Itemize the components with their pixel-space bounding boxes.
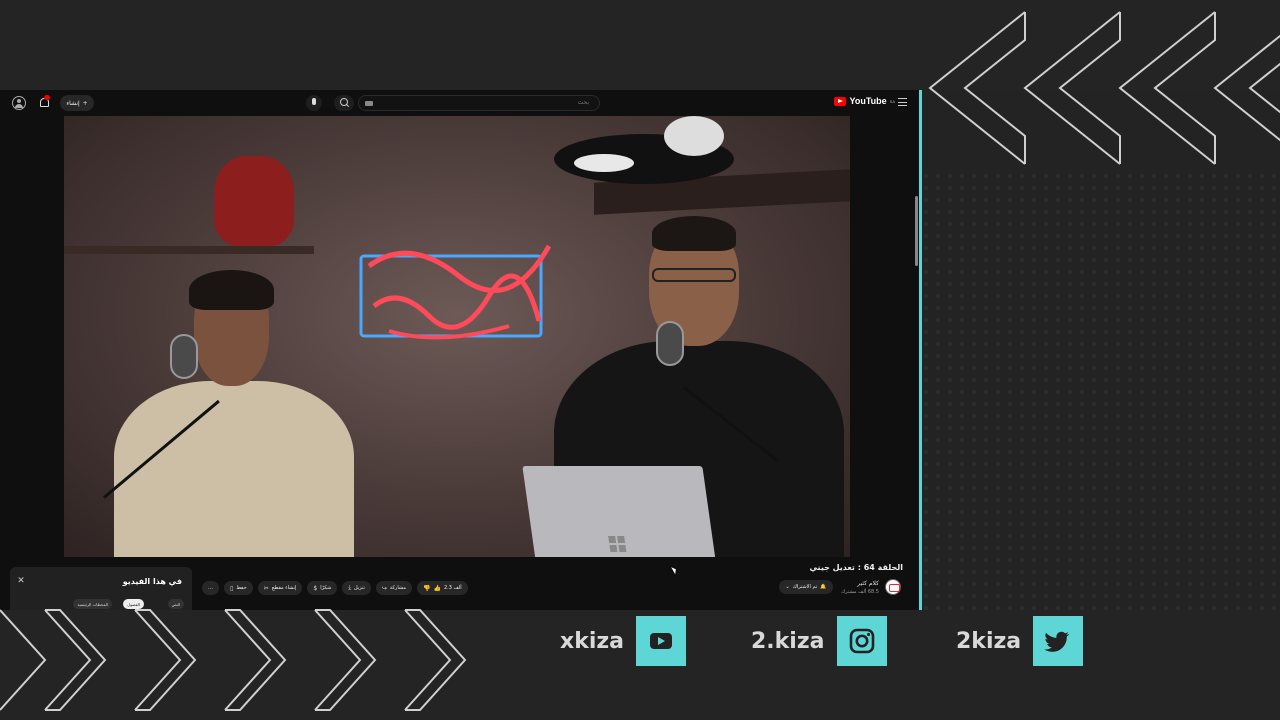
voice-search-icon[interactable] — [306, 95, 322, 111]
thanks-label: شكرًا — [320, 585, 332, 591]
instagram-handle: 2.kiza — [751, 628, 825, 654]
youtube-window: إنشاء + بحث YouTube SA الحلقة 64: تعديل… — [0, 90, 919, 610]
search-placeholder: بحث — [577, 99, 589, 106]
create-button[interactable]: إنشاء + — [60, 95, 94, 111]
scissors-icon: ✂ — [263, 584, 269, 592]
youtube-handle: xkiza — [560, 628, 625, 654]
dislike-icon[interactable]: 👎 — [423, 585, 430, 592]
search-icon[interactable] — [334, 95, 354, 111]
video-actions: … ▯ حفظ ✂ إنشاء مقطع $ شكرًا ⤓ تنزيل ↪ مشاركة… — [202, 581, 468, 595]
instagram-icon — [836, 616, 887, 666]
accent-line — [919, 90, 922, 610]
subscribed-button[interactable]: 🔔 تم الاشتراك ⌄ — [779, 580, 833, 594]
scrollbar-thumb[interactable] — [915, 196, 918, 266]
bell-icon: 🔔 — [820, 584, 827, 590]
host-right-hair — [652, 216, 736, 251]
guest-left-hair — [189, 270, 274, 310]
download-icon: ⤓ — [348, 584, 351, 591]
hamburger-menu-icon[interactable] — [898, 98, 907, 106]
social-instagram: 2.kiza — [751, 616, 887, 666]
subscribed-label: تم الاشتراك — [792, 584, 818, 590]
like-dislike-button[interactable]: 👎 👍 2.3 ألف — [417, 581, 468, 595]
download-button[interactable]: ⤓ تنزيل — [342, 581, 371, 595]
more-label: … — [208, 585, 213, 591]
video-player[interactable] — [64, 116, 850, 557]
youtube-icon — [636, 616, 687, 666]
bookmark-icon: ▯ — [230, 584, 234, 592]
scrollbar[interactable] — [914, 116, 918, 610]
social-twitter: 2kiza — [956, 616, 1084, 666]
twitter-bird-icon — [1033, 616, 1084, 666]
download-label: تنزيل — [354, 585, 365, 591]
save-label: حفظ — [236, 585, 247, 591]
notifications-bell-icon[interactable] — [39, 95, 50, 108]
create-label: إنشاء — [66, 99, 80, 107]
plus-icon: + — [82, 99, 88, 107]
clip-label: إنشاء مقطع — [271, 585, 297, 591]
chevron-decoration-bottom — [0, 609, 467, 711]
notification-dot — [44, 95, 50, 100]
share-label: مشاركة — [389, 585, 407, 591]
chevron-decoration-top — [928, 11, 1280, 165]
twitter-handle: 2kiza — [956, 628, 1022, 654]
channel-name[interactable]: كلام كثير — [857, 580, 879, 587]
share-button[interactable]: ↪ مشاركة — [375, 581, 413, 595]
save-button[interactable]: ▯ حفظ — [224, 581, 253, 595]
neon-sign — [359, 244, 552, 340]
channel-avatar[interactable] — [885, 579, 901, 595]
guest-left — [104, 270, 364, 557]
thanks-button[interactable]: $ شكرًا — [307, 581, 338, 595]
guest-left-body — [114, 381, 354, 557]
shelf — [64, 246, 314, 254]
youtube-play-icon — [834, 96, 847, 106]
share-icon: ↪ — [381, 584, 387, 592]
clip-button[interactable]: ✂ إنشاء مقطع — [257, 581, 303, 595]
chevron-down-icon: ⌄ — [785, 584, 790, 590]
like-count: 2.3 ألف — [443, 585, 462, 591]
channel-subscriber-count: 68.5 ألف مشترك — [841, 589, 879, 595]
more-actions-button[interactable]: … — [202, 581, 219, 595]
youtube-masthead: إنشاء + بحث YouTube SA — [0, 90, 919, 116]
red-plush-toy — [214, 156, 294, 246]
youtube-logo-text: YouTube — [849, 96, 887, 106]
account-icon[interactable] — [12, 96, 26, 110]
social-youtube: xkiza — [560, 616, 687, 666]
video-title: الحلقة 64 : تعديل جيني — [809, 563, 903, 572]
microphone — [170, 334, 198, 379]
microphone — [656, 321, 684, 366]
youtube-region: SA — [889, 98, 895, 104]
like-icon[interactable]: 👍 — [434, 585, 441, 592]
close-icon[interactable]: ✕ — [16, 576, 26, 586]
keyboard-icon[interactable] — [365, 101, 373, 106]
panel-title: في هذا الفيديو — [122, 577, 182, 586]
thanks-icon: $ — [313, 584, 318, 592]
background-dot-pattern — [920, 170, 1280, 610]
youtube-logo[interactable]: YouTube SA — [834, 96, 895, 106]
glasses — [652, 268, 736, 282]
laptop — [522, 466, 716, 557]
seagull-plush-toy — [664, 116, 724, 156]
search-input[interactable]: بحث — [358, 95, 600, 111]
